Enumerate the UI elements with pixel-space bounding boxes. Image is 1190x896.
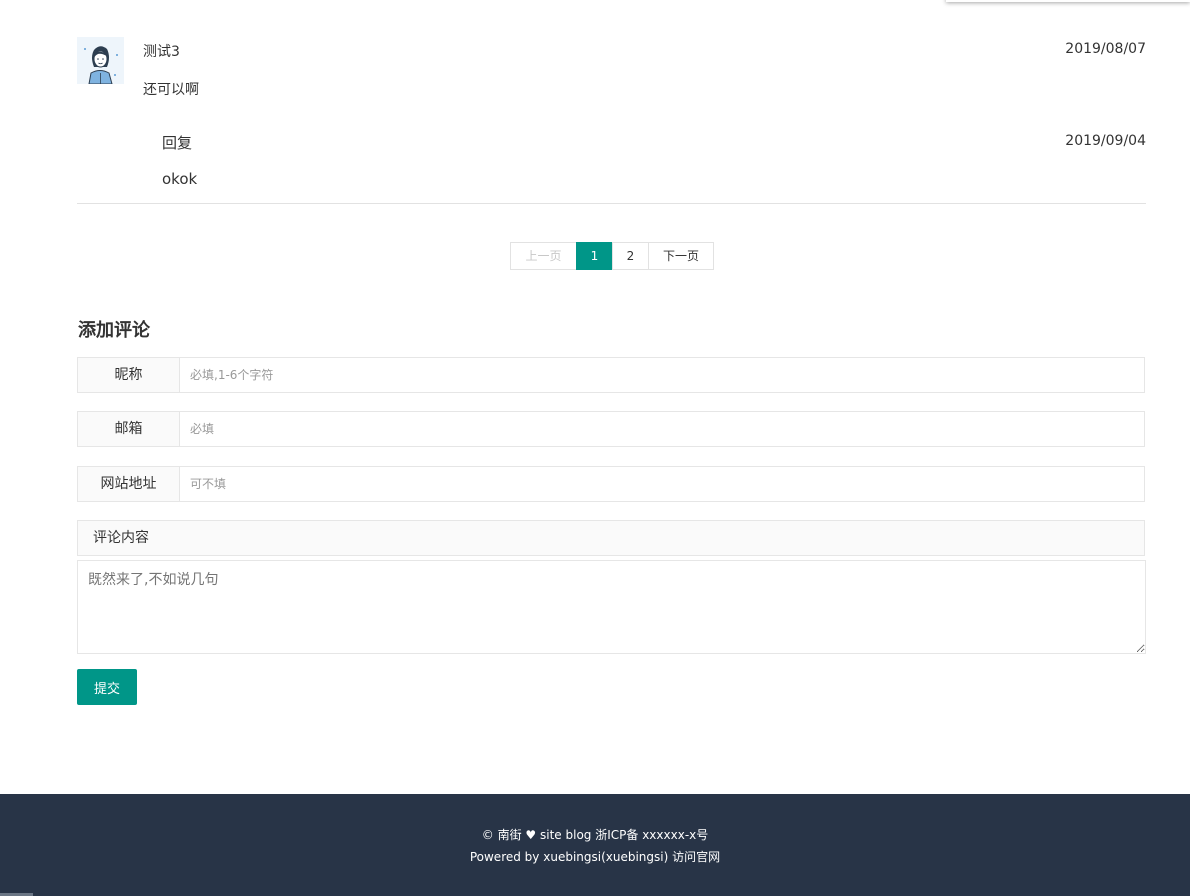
heart-icon: ♥ bbox=[525, 828, 537, 842]
footer-copyright-line: © 南街 ♥ site blog 浙ICP备 xxxxxx-x号 bbox=[0, 827, 1190, 843]
comment-content-textarea[interactable] bbox=[77, 560, 1146, 654]
page-button-1[interactable]: 1 bbox=[576, 242, 613, 270]
author-link[interactable]: xuebingsi(xuebingsi) bbox=[543, 850, 668, 864]
reply-author: 回复 bbox=[162, 134, 193, 152]
site-blog-text: site blog bbox=[540, 828, 592, 842]
comment-author: 测试3 bbox=[143, 44, 180, 60]
icp-link[interactable]: 浙ICP备 xxxxxx-x号 bbox=[595, 828, 708, 842]
website-input[interactable] bbox=[180, 466, 1145, 502]
footer: © 南街 ♥ site blog 浙ICP备 xxxxxx-x号 Powered… bbox=[0, 794, 1190, 896]
website-label: 网站地址 bbox=[77, 466, 180, 502]
avatar bbox=[77, 37, 124, 84]
reply-date: 2019/09/04 bbox=[1065, 133, 1146, 149]
copyright-symbol: © bbox=[481, 828, 494, 842]
comment-divider bbox=[77, 203, 1146, 204]
comment-text: 还可以啊 bbox=[143, 82, 199, 98]
submit-button[interactable]: 提交 bbox=[77, 669, 137, 705]
visit-official-site-link[interactable]: 访问官网 bbox=[672, 850, 720, 864]
add-comment-title: 添加评论 bbox=[78, 320, 150, 341]
comment-content-label: 评论内容 bbox=[77, 520, 1145, 556]
avatar-illustration-icon bbox=[77, 37, 124, 84]
prev-page-button[interactable]: 上一页 bbox=[510, 242, 577, 270]
nickname-label: 昵称 bbox=[77, 357, 180, 393]
next-page-button[interactable]: 下一页 bbox=[648, 242, 714, 270]
footer-powered-line: Powered by xuebingsi(xuebingsi) 访问官网 bbox=[0, 849, 1190, 865]
nickname-row: 昵称 bbox=[77, 357, 1145, 393]
website-row: 网站地址 bbox=[77, 466, 1145, 502]
email-row: 邮箱 bbox=[77, 411, 1145, 447]
page: 测试3 2019/08/07 还可以啊 回复 2019/09/04 okok 上… bbox=[0, 0, 1190, 896]
powered-by-text: Powered by bbox=[469, 850, 540, 864]
page-button-2[interactable]: 2 bbox=[612, 242, 649, 270]
comment-date: 2019/08/07 bbox=[1065, 41, 1146, 57]
site-name-link[interactable]: 南街 bbox=[498, 828, 522, 842]
email-input[interactable] bbox=[180, 411, 1145, 447]
pagination: 上一页 1 2 下一页 bbox=[510, 242, 714, 270]
nickname-input[interactable] bbox=[180, 357, 1145, 393]
reply-text: okok bbox=[162, 170, 198, 188]
email-label: 邮箱 bbox=[77, 411, 180, 447]
top-dropdown-edge bbox=[946, 0, 1190, 2]
